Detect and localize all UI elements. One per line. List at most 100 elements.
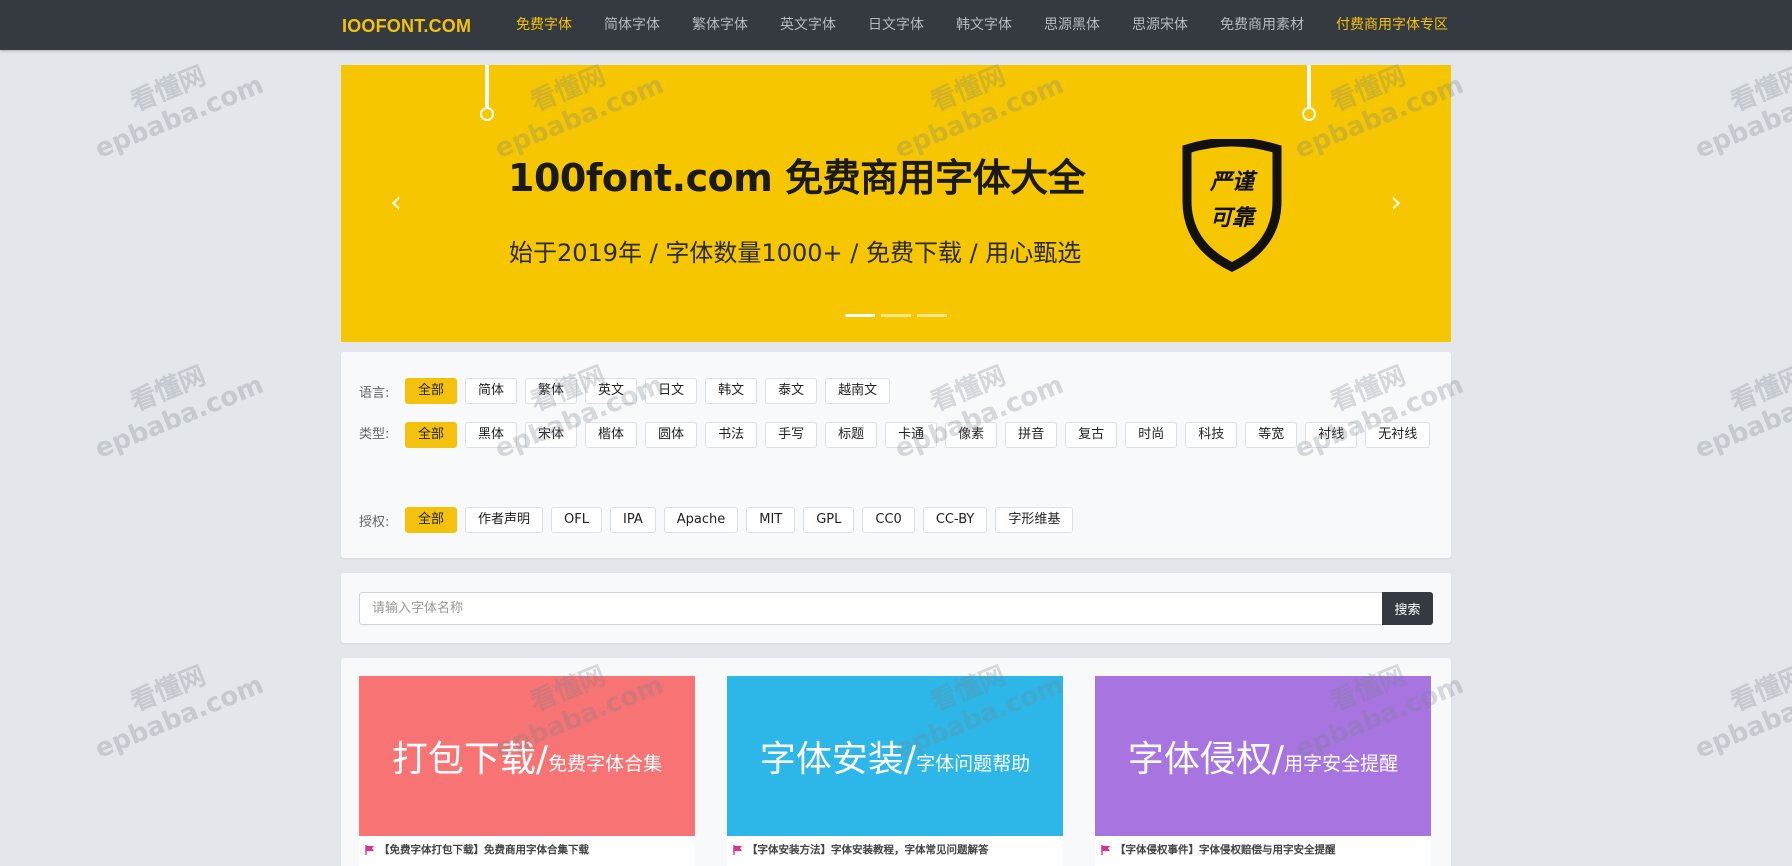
flag-icon xyxy=(365,844,374,855)
card-caption[interactable]: 【字体侵权事件】字体侵权赔偿与用字安全提醒 xyxy=(1101,842,1336,857)
carousel-indicators xyxy=(845,314,947,317)
filter-chip-type[interactable]: 拼音 xyxy=(1005,422,1058,448)
filter-chip-language[interactable]: 越南文 xyxy=(825,378,891,404)
filter-chip-type[interactable]: 衬线 xyxy=(1305,422,1358,448)
card-caption-text: 【免费字体打包下载】免费商用字体合集下载 xyxy=(379,844,589,856)
filter-chips-type: 全部 黑体 宋体 楷体 圆体 书法 手写 标题 卡通 像素 拼音 复古 时尚 科技 等宽 衬线 无衬线 xyxy=(405,422,1439,448)
card-caption-text: 【字体安装方法】字体安装教程，字体常见问题解答 xyxy=(747,844,989,856)
filter-chip-license[interactable]: IPA xyxy=(609,507,656,533)
watermark-cn: 看懂网 xyxy=(126,360,210,419)
banner-title: 100font.com 免费商用字体大全 xyxy=(508,156,1086,200)
carousel-indicator[interactable] xyxy=(845,314,875,317)
card-big-text: 字体侵权/ xyxy=(1127,739,1285,780)
filter-chip-type[interactable]: 圆体 xyxy=(645,422,698,448)
card-banner[interactable]: 字体安装/ 字体问题帮助 xyxy=(727,676,1063,836)
chevron-right-icon[interactable]: › xyxy=(1381,183,1411,223)
filter-chip-license[interactable]: GPL xyxy=(803,507,855,533)
hanger-ring-left xyxy=(480,107,494,121)
card-font-install[interactable]: 字体安装/ 字体问题帮助 【字体安装方法】字体安装教程，字体常见问题解答 xyxy=(727,676,1063,866)
nav-link-korean[interactable]: 韩文字体 xyxy=(940,0,1028,50)
nav-link-free-assets[interactable]: 免费商用素材 xyxy=(1204,0,1320,50)
filter-chip-type[interactable]: 宋体 xyxy=(525,422,578,448)
card-big-text: 字体安装/ xyxy=(759,739,917,780)
filter-label-type: 类型: xyxy=(359,427,390,442)
nav-link-paid-fonts[interactable]: 付费商用字体专区 xyxy=(1320,0,1464,50)
search-button[interactable]: 搜索 xyxy=(1382,592,1433,625)
nav-link-simplified[interactable]: 简体字体 xyxy=(588,0,676,50)
filter-chip-license[interactable]: 字形维基 xyxy=(995,507,1074,533)
filter-chip-license[interactable]: Apache xyxy=(663,507,739,533)
carousel-indicator[interactable] xyxy=(881,314,911,317)
filter-chip-type[interactable]: 时尚 xyxy=(1125,422,1178,448)
nav-link-source-han-serif[interactable]: 思源宋体 xyxy=(1116,0,1204,50)
card-caption[interactable]: 【免费字体打包下载】免费商用字体合集下载 xyxy=(365,842,589,857)
filter-chip-type[interactable]: 无衬线 xyxy=(1365,422,1431,448)
filter-label-language: 语言: xyxy=(359,385,390,401)
hanger-ring-right xyxy=(1302,107,1316,121)
card-banner[interactable]: 字体侵权/ 用字安全提醒 xyxy=(1095,676,1431,836)
badge-line-2: 可靠 xyxy=(1209,206,1254,231)
nav-link-traditional[interactable]: 繁体字体 xyxy=(676,0,764,50)
card-font-infringement[interactable]: 字体侵权/ 用字安全提醒 【字体侵权事件】字体侵权赔偿与用字安全提醒 xyxy=(1095,676,1431,866)
watermark-cn: 看懂网 xyxy=(1726,660,1792,719)
watermark: 看懂网 epbaba.com xyxy=(80,643,268,765)
chevron-left-icon[interactable]: ‹ xyxy=(381,183,411,223)
carousel-indicator[interactable] xyxy=(917,314,947,317)
filter-chip-language[interactable]: 全部 xyxy=(405,378,458,404)
filter-chip-license[interactable]: CC0 xyxy=(862,507,915,533)
nav-link-source-han-sans[interactable]: 思源黑体 xyxy=(1028,0,1116,50)
search-input[interactable] xyxy=(359,592,1383,625)
filter-row-type: 类型: 全部 黑体 宋体 楷体 圆体 书法 手写 标题 卡通 像素 拼音 复古 时尚 科技 等宽 衬线 无衬线 xyxy=(359,422,1439,448)
watermark-en: epbaba.com xyxy=(90,369,268,465)
filter-chip-type[interactable]: 楷体 xyxy=(585,422,638,448)
filter-chip-type[interactable]: 全部 xyxy=(405,422,458,448)
card-bundle-download[interactable]: 打包下载/ 免费字体合集 【免费字体打包下载】免费商用字体合集下载 xyxy=(359,676,695,866)
filter-chip-type[interactable]: 像素 xyxy=(945,422,998,448)
nav-link-japanese[interactable]: 日文字体 xyxy=(852,0,940,50)
filter-chip-type[interactable]: 卡通 xyxy=(885,422,938,448)
watermark: 看懂网 epbaba.com xyxy=(80,343,268,465)
filter-chip-license[interactable]: 作者声明 xyxy=(465,507,544,533)
filter-chip-license[interactable]: 全部 xyxy=(405,507,458,533)
search-panel: 搜索 xyxy=(341,573,1451,643)
card-small-text: 字体问题帮助 xyxy=(916,752,1031,775)
filter-chip-language[interactable]: 日文 xyxy=(645,378,698,404)
nav-link-free-fonts[interactable]: 免费字体 xyxy=(500,0,588,50)
flag-icon xyxy=(733,844,742,855)
watermark-en: epbaba.com xyxy=(1690,369,1792,465)
filter-chip-type[interactable]: 科技 xyxy=(1185,422,1238,448)
badge-line-1: 严谨 xyxy=(1209,170,1254,195)
brand-logo[interactable]: IOOFONT.COM xyxy=(342,0,471,50)
watermark-en: epbaba.com xyxy=(90,669,268,765)
watermark-en: epbaba.com xyxy=(90,69,268,165)
filter-chip-license[interactable]: CC-BY xyxy=(922,507,988,533)
card-banner[interactable]: 打包下载/ 免费字体合集 xyxy=(359,676,695,836)
filter-chip-type[interactable]: 手写 xyxy=(765,422,818,448)
watermark-en: epbaba.com xyxy=(1690,669,1792,765)
nav-link-english[interactable]: 英文字体 xyxy=(764,0,852,50)
shield-badge-text: 严谨 可靠 xyxy=(1179,165,1285,237)
filter-chip-language[interactable]: 英文 xyxy=(585,378,638,404)
filter-chip-type[interactable]: 复古 xyxy=(1065,422,1118,448)
filter-chip-language[interactable]: 韩文 xyxy=(705,378,758,404)
filter-panel: 语言: 全部 简体 繁体 英文 日文 韩文 泰文 越南文 类型: 全部 黑体 宋体 楷体 圆体 书法 手写… xyxy=(341,352,1451,558)
card-caption[interactable]: 【字体安装方法】字体安装教程，字体常见问题解答 xyxy=(733,842,989,857)
filter-chip-language[interactable]: 简体 xyxy=(465,378,518,404)
filter-chip-type[interactable]: 书法 xyxy=(705,422,758,448)
banner-carousel[interactable]: 100font.com 免费商用字体大全 始于2019年 / 字体数量1000+… xyxy=(341,65,1451,342)
filter-chip-type[interactable]: 等宽 xyxy=(1245,422,1298,448)
filter-chip-type[interactable]: 标题 xyxy=(825,422,878,448)
filter-chip-license[interactable]: OFL xyxy=(551,507,602,533)
filter-chip-language[interactable]: 繁体 xyxy=(525,378,578,404)
feature-cards: 打包下载/ 免费字体合集 【免费字体打包下载】免费商用字体合集下载 字体安装/ … xyxy=(341,658,1451,866)
banner-subtitle: 始于2019年 / 字体数量1000+ / 免费下载 / 用心甄选 xyxy=(509,239,1082,267)
filter-chip-license[interactable]: MIT xyxy=(746,507,796,533)
watermark: 看懂网 epbaba.com xyxy=(1680,343,1792,465)
watermark: 看懂网 epbaba.com xyxy=(80,43,268,165)
filter-chip-type[interactable]: 黑体 xyxy=(465,422,518,448)
nav-links: 免费字体 简体字体 繁体字体 英文字体 日文字体 韩文字体 思源黑体 思源宋体 … xyxy=(500,0,1464,50)
filter-chip-language[interactable]: 泰文 xyxy=(765,378,818,404)
card-caption-text: 【字体侵权事件】字体侵权赔偿与用字安全提醒 xyxy=(1115,844,1336,856)
flag-icon xyxy=(1101,844,1110,855)
filter-chips-language: 全部 简体 繁体 英文 日文 韩文 泰文 越南文 xyxy=(405,378,1439,404)
